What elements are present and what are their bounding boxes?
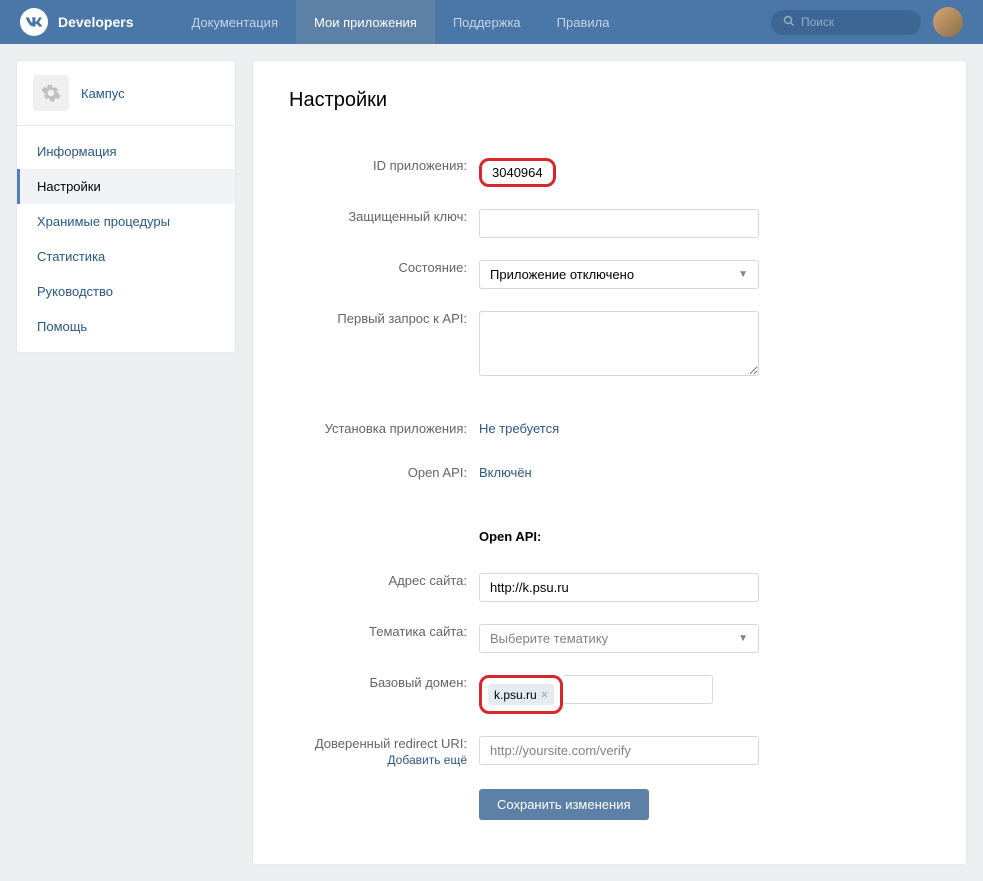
- site-theme-select[interactable]: Выберите тематику ▼: [479, 624, 759, 653]
- vk-logo-icon: [20, 8, 48, 36]
- openapi-label: Open API:: [289, 459, 479, 480]
- site-url-label: Адрес сайта:: [289, 567, 479, 588]
- search-icon: [783, 15, 795, 30]
- brand-text: Developers: [58, 14, 133, 30]
- close-icon[interactable]: ×: [541, 687, 549, 702]
- nav-support[interactable]: Поддержка: [435, 0, 539, 44]
- chevron-down-icon: ▼: [738, 269, 748, 280]
- site-theme-placeholder: Выберите тематику: [490, 631, 608, 646]
- install-value[interactable]: Не требуется: [479, 421, 559, 436]
- top-header: Developers Документация Мои приложения П…: [0, 0, 983, 44]
- user-avatar[interactable]: [933, 7, 963, 37]
- site-url-input[interactable]: [479, 573, 759, 602]
- sidebar-item-guide[interactable]: Руководство: [17, 274, 235, 309]
- redirect-uri-input[interactable]: [479, 736, 759, 765]
- openapi-section-label: Open API:: [479, 529, 541, 544]
- sidebar-menu: Информация Настройки Хранимые процедуры …: [17, 126, 235, 352]
- logo[interactable]: Developers: [20, 8, 133, 36]
- app-id-value: 3040964: [479, 158, 556, 187]
- page-title: Настройки: [289, 89, 930, 112]
- search-box[interactable]: [771, 10, 921, 35]
- search-input[interactable]: [801, 15, 909, 29]
- status-selected: Приложение отключено: [490, 267, 634, 282]
- top-nav: Документация Мои приложения Поддержка Пр…: [173, 0, 627, 44]
- base-domain-value: k.psu.ru: [494, 688, 537, 702]
- nav-rules[interactable]: Правила: [539, 0, 628, 44]
- sidebar: Кампус Информация Настройки Хранимые про…: [16, 60, 236, 865]
- site-theme-label: Тематика сайта:: [289, 618, 479, 639]
- sidebar-item-settings[interactable]: Настройки: [17, 169, 235, 204]
- base-domain-label: Базовый домен:: [289, 669, 479, 690]
- chevron-down-icon: ▼: [738, 633, 748, 644]
- nav-documentation[interactable]: Документация: [173, 0, 296, 44]
- app-id-label: ID приложения:: [289, 152, 479, 173]
- first-request-label: Первый запрос к API:: [289, 305, 479, 326]
- sidebar-item-stored-procedures[interactable]: Хранимые процедуры: [17, 204, 235, 239]
- save-button[interactable]: Сохранить изменения: [479, 789, 649, 820]
- secret-key-input[interactable]: [479, 209, 759, 238]
- main-panel: Настройки ID приложения: 3040964 Защищен…: [252, 60, 967, 865]
- nav-my-apps[interactable]: Мои приложения: [296, 0, 435, 44]
- sidebar-item-help[interactable]: Помощь: [17, 309, 235, 344]
- sidebar-item-stats[interactable]: Статистика: [17, 239, 235, 274]
- install-label: Установка приложения:: [289, 415, 479, 436]
- status-label: Состояние:: [289, 254, 479, 275]
- base-domain-token: k.psu.ru ×: [488, 684, 554, 705]
- sidebar-item-info[interactable]: Информация: [17, 134, 235, 169]
- app-name: Кампус: [81, 86, 125, 101]
- secret-key-label: Защищенный ключ:: [289, 203, 479, 224]
- status-select[interactable]: Приложение отключено ▼: [479, 260, 759, 289]
- openapi-value[interactable]: Включён: [479, 465, 532, 480]
- redirect-add-more[interactable]: Добавить ещё: [289, 753, 467, 767]
- first-request-textarea[interactable]: [479, 311, 759, 376]
- base-domain-input[interactable]: [563, 675, 713, 704]
- app-gear-icon: [33, 75, 69, 111]
- app-header: Кампус: [17, 61, 235, 126]
